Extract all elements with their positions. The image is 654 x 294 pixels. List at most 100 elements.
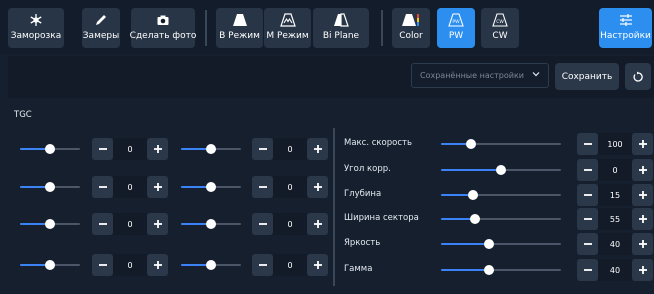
increment-button[interactable] <box>147 138 168 160</box>
value-field[interactable]: 0 <box>273 176 307 198</box>
slider-thumb[interactable] <box>484 265 494 275</box>
saved-settings-select[interactable]: Сохранённые настройки <box>411 63 549 88</box>
increment-button[interactable] <box>632 208 653 230</box>
pencil-icon <box>96 15 106 25</box>
parameter-slider[interactable] <box>441 139 561 149</box>
parameter-slider[interactable] <box>441 190 561 200</box>
b-mode-button[interactable]: B Режим <box>216 8 263 48</box>
measure-button[interactable]: Замеры <box>82 8 120 48</box>
value-field[interactable]: 0 <box>113 176 147 198</box>
slider-thumb[interactable] <box>206 219 216 229</box>
value-field[interactable]: 55 <box>598 208 632 230</box>
tgc-slider[interactable] <box>181 182 241 192</box>
minus-icon <box>258 186 267 188</box>
increment-button[interactable] <box>307 213 328 235</box>
decrement-button[interactable] <box>577 208 598 230</box>
slider-thumb[interactable] <box>206 144 216 154</box>
parameter-stepper: 0 <box>577 159 653 181</box>
slider-thumb[interactable] <box>45 144 55 154</box>
tgc-slider[interactable] <box>20 182 80 192</box>
parameter-slider[interactable] <box>441 214 561 224</box>
value-field[interactable]: 0 <box>113 254 147 276</box>
increment-button[interactable] <box>632 259 653 281</box>
decrement-button[interactable] <box>577 259 598 281</box>
decrement-button[interactable] <box>577 133 598 155</box>
bi-plane-button[interactable]: Bi Plane <box>313 8 369 48</box>
cw-mode-button[interactable]: CW CW <box>481 8 519 48</box>
parameter-label: Ширина сектора <box>344 213 419 223</box>
increment-button[interactable] <box>632 184 653 206</box>
minus-icon <box>258 223 267 225</box>
slider-thumb[interactable] <box>45 219 55 229</box>
pw-mode-button[interactable]: PW PW <box>437 8 475 48</box>
cw-mode-label: CW <box>492 31 508 41</box>
parameter-slider[interactable] <box>441 265 561 275</box>
slider-thumb[interactable] <box>45 260 55 270</box>
decrement-button[interactable] <box>252 176 273 198</box>
slider-fill <box>441 243 489 245</box>
plus-icon <box>638 140 647 148</box>
value-field[interactable]: 0 <box>273 213 307 235</box>
slider-thumb[interactable] <box>484 239 494 249</box>
reset-button[interactable] <box>625 63 651 90</box>
decrement-button[interactable] <box>252 213 273 235</box>
tgc-slider[interactable] <box>20 219 80 229</box>
slider-thumb[interactable] <box>45 182 55 192</box>
decrement-button[interactable] <box>577 184 598 206</box>
decrement-button[interactable] <box>92 138 113 160</box>
value-field[interactable]: 0 <box>113 138 147 160</box>
increment-button[interactable] <box>632 233 653 255</box>
save-button[interactable]: Сохранить <box>555 63 619 90</box>
parameter-stepper: 55 <box>577 208 653 230</box>
increment-button[interactable] <box>307 176 328 198</box>
value-field[interactable]: 0 <box>273 138 307 160</box>
increment-button[interactable] <box>632 159 653 181</box>
plus-icon <box>313 183 322 191</box>
take-photo-button[interactable]: Сделать фото <box>130 8 196 48</box>
value-field[interactable]: 40 <box>598 233 632 255</box>
increment-button[interactable] <box>147 176 168 198</box>
slider-thumb[interactable] <box>466 139 476 149</box>
increment-button[interactable] <box>307 254 328 276</box>
minus-icon <box>98 223 107 225</box>
decrement-button[interactable] <box>577 159 598 181</box>
value-field[interactable]: 0 <box>113 213 147 235</box>
m-mode-button[interactable]: M Режим <box>264 8 311 48</box>
minus-icon <box>98 186 107 188</box>
parameter-slider[interactable] <box>441 239 561 249</box>
settings-button[interactable]: Настройки <box>599 8 652 48</box>
tgc-slider[interactable] <box>181 260 241 270</box>
decrement-button[interactable] <box>92 176 113 198</box>
slider-thumb[interactable] <box>468 190 479 200</box>
value-field[interactable]: 100 <box>598 133 632 155</box>
tgc-slider[interactable] <box>20 144 80 154</box>
slider-thumb[interactable] <box>496 165 506 175</box>
decrement-button[interactable] <box>252 138 273 160</box>
slider-thumb[interactable] <box>206 182 216 192</box>
decrement-button[interactable] <box>92 213 113 235</box>
color-mode-button[interactable]: Color <box>392 8 430 48</box>
increment-button[interactable] <box>632 133 653 155</box>
parameter-stepper: 40 <box>577 259 653 281</box>
decrement-button[interactable] <box>577 233 598 255</box>
decrement-button[interactable] <box>252 254 273 276</box>
tgc-slider[interactable] <box>181 144 241 154</box>
parameter-slider[interactable] <box>441 165 561 175</box>
increment-button[interactable] <box>147 213 168 235</box>
minus-icon <box>583 169 592 171</box>
value-field[interactable]: 0 <box>598 159 632 181</box>
decrement-button[interactable] <box>92 254 113 276</box>
parameter-label: Гамма <box>344 264 373 274</box>
increment-button[interactable] <box>147 254 168 276</box>
value-field[interactable]: 40 <box>598 259 632 281</box>
tgc-slider[interactable] <box>20 260 80 270</box>
value-field[interactable]: 0 <box>273 254 307 276</box>
tgc-slider[interactable] <box>181 219 241 229</box>
svg-text:PW: PW <box>452 19 460 25</box>
slider-thumb[interactable] <box>206 260 216 270</box>
value-field[interactable]: 15 <box>598 184 632 206</box>
freeze-button[interactable]: Заморозка <box>8 8 64 48</box>
increment-button[interactable] <box>307 138 328 160</box>
slider-thumb[interactable] <box>469 214 480 224</box>
minus-icon <box>98 148 107 150</box>
